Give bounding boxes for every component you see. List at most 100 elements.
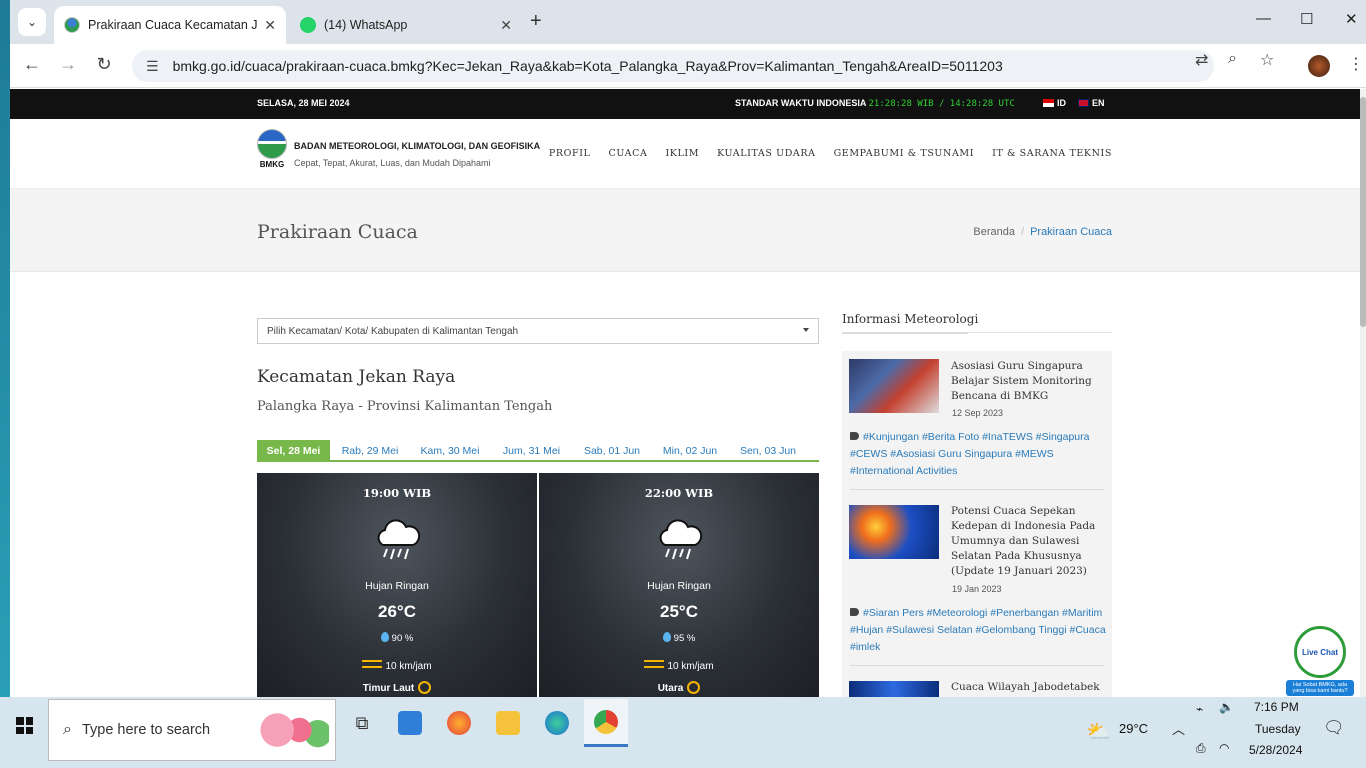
breadcrumb: Beranda / Prakiraan Cuaca bbox=[973, 226, 1112, 238]
day-tab[interactable]: Min, 02 Jun bbox=[651, 440, 729, 460]
current-date: SELASA, 28 MEI 2024 bbox=[257, 98, 350, 108]
page-title-bar: Prakiraan Cuaca Beranda / Prakiraan Cuaca bbox=[10, 189, 1366, 272]
mail-icon[interactable] bbox=[388, 699, 432, 747]
task-view-icon[interactable]: ⧉ bbox=[340, 699, 384, 747]
forecast-temperature: 25°C bbox=[660, 602, 698, 621]
news-date: 12 Sep 2023 bbox=[952, 408, 1004, 418]
news-thumbnail[interactable] bbox=[849, 359, 939, 413]
day-tab[interactable]: Sel, 28 Mei bbox=[257, 440, 330, 460]
clock-day[interactable]: Tuesday bbox=[1255, 722, 1301, 736]
news-title[interactable]: Cuaca Wilayah Jabodetabek bbox=[951, 680, 1106, 695]
menu-gempabumi[interactable]: GEMPABUMI & TSUNAMI bbox=[834, 148, 975, 159]
lang-id-link[interactable]: ID bbox=[1043, 98, 1066, 108]
page-scrollbar[interactable] bbox=[1360, 89, 1366, 697]
close-icon[interactable]: ✕ bbox=[264, 17, 276, 34]
district-select[interactable]: Pilih Kecamatan/ Kota/ Kabupaten di Kali… bbox=[257, 318, 819, 344]
clock-date[interactable]: 5/28/2024 bbox=[1249, 743, 1302, 757]
profile-avatar[interactable] bbox=[1308, 55, 1330, 77]
rain-cloud-icon bbox=[659, 519, 703, 560]
minimize-icon[interactable]: — bbox=[1256, 10, 1271, 27]
tab-strip: ⌄ Prakiraan Cuaca Kecamatan Jekan Raya ✕… bbox=[10, 0, 1366, 44]
news-tags[interactable]: #Kunjungan #Berita Foto #InaTEWS #Singap… bbox=[850, 429, 1106, 480]
chrome-icon[interactable] bbox=[584, 699, 628, 747]
search-highlight-art bbox=[255, 712, 329, 748]
lang-en-label: EN bbox=[1092, 98, 1105, 108]
chevron-down-icon: ⌄ bbox=[26, 15, 38, 29]
news-thumbnail[interactable] bbox=[849, 681, 939, 697]
day-tab[interactable]: Jum, 31 Mei bbox=[490, 440, 573, 460]
location-title: Kecamatan Jekan Raya bbox=[257, 367, 456, 387]
live-chat-widget[interactable]: Live Chat Hai Sobat BMKG, ada yang bisa … bbox=[1286, 626, 1354, 696]
address-bar[interactable]: ☰ bmkg.go.id/cuaca/prakiraan-cuaca.bmkg?… bbox=[132, 50, 1214, 82]
file-explorer-icon[interactable] bbox=[486, 699, 530, 747]
tab-search-button[interactable]: ⌄ bbox=[18, 8, 46, 36]
lang-id-label: ID bbox=[1057, 98, 1066, 108]
tag-icon bbox=[850, 608, 859, 616]
scrollbar-thumb[interactable] bbox=[1360, 97, 1366, 327]
day-tab[interactable]: Kam, 30 Mei bbox=[410, 440, 490, 460]
desktop-background bbox=[0, 0, 10, 700]
reload-icon[interactable]: ↻ bbox=[92, 54, 116, 75]
forward-arrow-icon[interactable]: → bbox=[56, 54, 80, 75]
edge-icon[interactable] bbox=[535, 699, 579, 747]
forecast-wind: 10 km/jam bbox=[257, 660, 537, 672]
meet-now-icon[interactable]: ⎙ bbox=[1196, 741, 1206, 756]
breadcrumb-separator: / bbox=[1021, 226, 1025, 238]
forecast-card[interactable]: 22:00 WIB Hujan Ringan 25°C 95 % 10 km/j… bbox=[539, 473, 819, 697]
tray-chevron-up-icon[interactable]: ︿ bbox=[1172, 719, 1185, 738]
news-tags[interactable]: #Siaran Pers #Meteorologi #Penerbangan #… bbox=[850, 605, 1106, 656]
maximize-icon[interactable]: ☐ bbox=[1300, 10, 1313, 28]
compass-icon bbox=[687, 681, 701, 694]
forecast-time: 19:00 WIB bbox=[362, 486, 432, 500]
plus-icon[interactable]: + bbox=[530, 10, 542, 33]
wifi-icon[interactable]: ◠ bbox=[1219, 741, 1229, 755]
firefox-icon[interactable] bbox=[437, 699, 481, 747]
menu-profil[interactable]: PROFIL bbox=[549, 148, 591, 159]
clock-time[interactable]: 7:16 PM bbox=[1254, 700, 1299, 714]
day-tab[interactable]: Sen, 03 Jun bbox=[729, 440, 807, 460]
site-header: BMKG BADAN METEOROLOGI, KLIMATOLOGI, DAN… bbox=[10, 119, 1366, 189]
news-title[interactable]: Potensi Cuaca Sepekan Kedepan di Indones… bbox=[951, 504, 1106, 579]
translate-icon[interactable]: ⇄ bbox=[1195, 50, 1208, 70]
news-title[interactable]: Asosiasi Guru Singapura Belajar Sistem M… bbox=[951, 359, 1106, 404]
star-icon[interactable]: ☆ bbox=[1260, 50, 1274, 70]
menu-cuaca[interactable]: CUACA bbox=[608, 148, 647, 159]
news-thumbnail[interactable] bbox=[849, 505, 939, 559]
forecast-card[interactable]: 19:00 WIB Hujan Ringan 26°C 90 % 10 km/j… bbox=[257, 473, 537, 697]
bmkg-logo[interactable]: BMKG bbox=[257, 129, 287, 169]
news-list: Asosiasi Guru Singapura Belajar Sistem M… bbox=[842, 351, 1112, 697]
menu-iklim[interactable]: IKLIM bbox=[665, 148, 699, 159]
zoom-icon[interactable]: ⌕ bbox=[1228, 50, 1237, 68]
close-icon[interactable]: ✕ bbox=[500, 17, 512, 34]
org-name: BADAN METEOROLOGI, KLIMATOLOGI, DAN GEOF… bbox=[294, 141, 541, 151]
tab-bmkg[interactable]: Prakiraan Cuaca Kecamatan Jekan Raya ✕ bbox=[54, 6, 286, 44]
day-tab[interactable]: Sab, 01 Jun bbox=[573, 440, 651, 460]
kebab-icon[interactable]: ⋮ bbox=[1348, 54, 1364, 74]
close-window-icon[interactable]: ✕ bbox=[1345, 10, 1358, 28]
direction-value: Utara bbox=[657, 683, 684, 694]
day-tab[interactable]: Rab, 29 Mei bbox=[330, 440, 410, 460]
breadcrumb-home[interactable]: Beranda bbox=[973, 226, 1015, 238]
breadcrumb-current[interactable]: Prakiraan Cuaca bbox=[1030, 226, 1112, 238]
network-icon[interactable]: ⌁ bbox=[1196, 702, 1203, 716]
tune-icon[interactable]: ☰ bbox=[146, 58, 159, 75]
live-chat-note: Hai Sobat BMKG, ada yang bisa kami bantu… bbox=[1286, 680, 1354, 696]
news-divider bbox=[850, 489, 1104, 490]
back-arrow-icon[interactable]: ← bbox=[20, 54, 44, 75]
district-select-value: Pilih Kecamatan/ Kota/ Kabupaten di Kali… bbox=[267, 326, 519, 337]
menu-kualitas-udara[interactable]: KUALITAS UDARA bbox=[717, 148, 816, 159]
forecast-direction: Utara bbox=[539, 681, 819, 694]
volume-icon[interactable]: 🔈 bbox=[1219, 700, 1234, 714]
news-tags-text: #Siaran Pers #Meteorologi #Penerbangan #… bbox=[850, 607, 1106, 653]
windows-start-icon[interactable] bbox=[16, 717, 33, 734]
menu-it-sarana[interactable]: IT & SARANA TEKNIS bbox=[992, 148, 1112, 159]
weather-cloud-sun-icon[interactable]: ⛅ bbox=[1086, 719, 1111, 744]
taskbar-search[interactable]: ⌕ Type here to search bbox=[48, 699, 336, 761]
org-tagline: Cepat, Tepat, Akurat, Luas, dan Mudah Di… bbox=[294, 158, 491, 168]
weather-temp[interactable]: 29°C bbox=[1119, 721, 1148, 736]
tab-whatsapp[interactable]: (14) WhatsApp ✕ bbox=[290, 6, 522, 44]
bmkg-globe-icon bbox=[257, 129, 287, 159]
lang-en-link[interactable]: EN bbox=[1078, 98, 1105, 108]
flag-id-icon bbox=[1043, 99, 1054, 107]
notifications-icon[interactable]: 🗨 bbox=[1323, 718, 1345, 738]
